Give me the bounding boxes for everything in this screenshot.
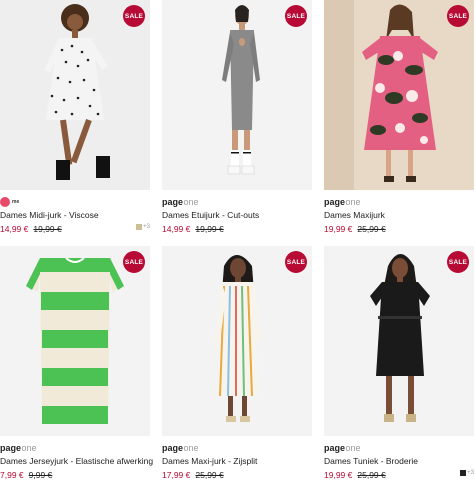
product-image[interactable]: SALE <box>0 0 150 190</box>
product-card-2[interactable]: SALE page one Dames Etuijurk - Cut-outs 1… <box>162 0 312 234</box>
product-title[interactable]: Dames Midi-jurk - Viscose <box>0 210 99 220</box>
product-image[interactable]: SALE <box>324 246 474 436</box>
product-title[interactable]: Dames Maxijurk <box>324 210 385 220</box>
price-row: 17,99 € 25,99 € <box>162 470 224 480</box>
sale-price: 17,99 € <box>162 470 191 480</box>
sale-price: 19,99 € <box>324 224 353 234</box>
product-card-1[interactable]: SALE me Dames Midi-jurk - Viscose 14,99 … <box>0 0 150 234</box>
sale-price: 14,99 € <box>162 224 191 234</box>
product-card-4[interactable]: SALE page one Dames Jerseyjurk - Elastisc… <box>0 246 153 480</box>
price-row: 14,99 € 19,99 € <box>162 224 224 234</box>
brand-logo: page one <box>0 443 37 453</box>
color-swatch[interactable] <box>136 224 143 230</box>
original-price: 9,99 € <box>28 470 53 480</box>
product-card-6[interactable]: SALE page one Dames Tuniek - Broderie 19,… <box>324 246 474 480</box>
original-price: 25,99 € <box>357 470 386 480</box>
sale-badge: SALE <box>447 5 469 27</box>
original-price: 19,99 € <box>33 224 62 234</box>
sale-badge: SALE <box>123 251 145 273</box>
product-image[interactable]: SALE <box>324 0 474 190</box>
price-row: 14,99 € 19,99 € <box>0 224 62 234</box>
product-card-5[interactable]: SALE page one Dames Maxi-jurk - Zijsplit … <box>162 246 312 480</box>
brand-logo: me <box>0 197 19 207</box>
product-title[interactable]: Dames Maxi-jurk - Zijsplit <box>162 456 257 466</box>
original-price: 25,99 € <box>357 224 386 234</box>
product-card-3[interactable]: SALE page one Dames Maxijurk 19,99 € 25,99… <box>324 0 474 234</box>
sale-price: 19,99 € <box>324 470 353 480</box>
sale-price: 7,99 € <box>0 470 24 480</box>
product-image[interactable]: SALE <box>0 246 150 436</box>
product-image[interactable]: SALE <box>162 246 312 436</box>
brand-logo-icon <box>0 197 10 207</box>
price-row: 19,99 € 25,99 € <box>324 224 386 234</box>
color-swatches[interactable]: +3 <box>460 470 474 476</box>
sale-badge: SALE <box>447 251 469 273</box>
sale-badge: SALE <box>285 251 307 273</box>
original-price: 19,99 € <box>195 224 224 234</box>
color-swatches[interactable]: +3 <box>136 224 150 230</box>
original-price: 25,99 € <box>195 470 224 480</box>
brand-logo: page one <box>324 443 361 453</box>
brand-logo: page one <box>162 443 199 453</box>
sale-price: 14,99 € <box>0 224 29 234</box>
price-row: 19,99 € 25,99 € <box>324 470 386 480</box>
product-title[interactable]: Dames Etuijurk - Cut-outs <box>162 210 259 220</box>
color-swatch[interactable] <box>460 470 467 476</box>
product-title[interactable]: Dames Tuniek - Broderie <box>324 456 418 466</box>
sale-badge: SALE <box>285 5 307 27</box>
brand-logo: page one <box>324 197 361 207</box>
brand-logo: page one <box>162 197 199 207</box>
product-title[interactable]: Dames Jerseyjurk - Elastische afwerking <box>0 456 153 466</box>
sale-badge: SALE <box>123 5 145 27</box>
price-row: 7,99 € 9,99 € <box>0 470 52 480</box>
product-image[interactable]: SALE <box>162 0 312 190</box>
